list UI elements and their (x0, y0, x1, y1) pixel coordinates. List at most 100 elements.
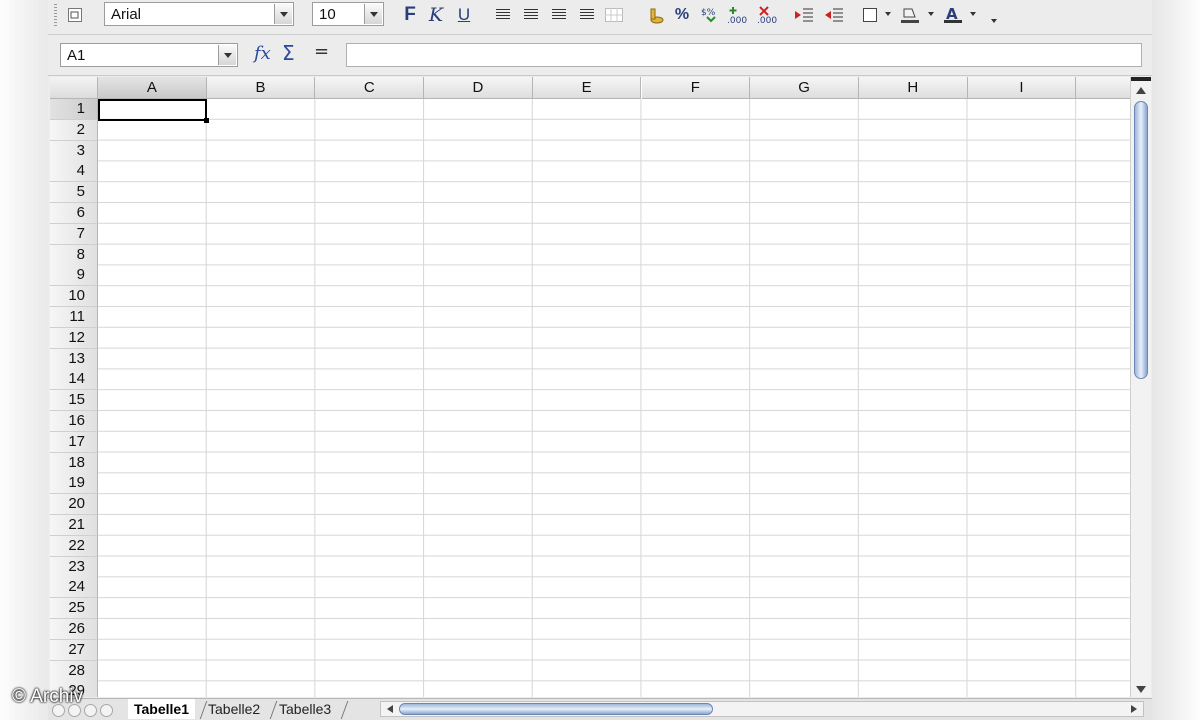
font-name-combo[interactable]: Arial (104, 2, 294, 26)
row-header-28[interactable]: 28 (50, 660, 98, 682)
borders-dropdown-icon[interactable] (885, 12, 891, 16)
row-header-15[interactable]: 15 (50, 390, 98, 412)
scroll-right-icon[interactable] (1131, 705, 1137, 713)
svg-text:.000: .000 (727, 16, 747, 24)
horizontal-scrollbar[interactable] (380, 701, 1144, 717)
font-name-dropdown-icon[interactable] (274, 4, 292, 24)
spreadsheet-grid: ABCDEFGHI 1 2 3 4 5 6 7 8 9 10 11 12 13 14 15 16 17 18 19 2… (50, 77, 1130, 697)
column-header-c[interactable]: C (315, 77, 425, 99)
left-shadow (0, 0, 48, 720)
row-header-13[interactable]: 13 (50, 348, 98, 370)
cell-area[interactable] (98, 99, 1130, 697)
font-size-combo[interactable]: 10 (312, 2, 384, 26)
row-header-6[interactable]: 6 (50, 203, 98, 224)
toolbar-grip[interactable] (54, 4, 57, 26)
row-header-27[interactable]: 27 (50, 639, 98, 661)
percent-format-button[interactable]: % (672, 3, 692, 27)
copyright-watermark: © Archiv (12, 686, 84, 707)
align-justify-icon[interactable] (578, 3, 596, 27)
row-header-19[interactable]: 19 (50, 473, 98, 495)
row-header-25[interactable]: 25 (50, 598, 98, 620)
font-name-value: Arial (111, 6, 142, 23)
row-header-14[interactable]: 14 (50, 369, 98, 391)
sheet-tab-2[interactable]: Tabelle2 (202, 699, 266, 719)
last-sheet-icon[interactable] (100, 704, 113, 717)
row-header-2[interactable]: 2 (50, 119, 98, 141)
tab-divider (340, 701, 349, 719)
row-header-23[interactable]: 23 (50, 556, 98, 578)
row-header-24[interactable]: 24 (50, 577, 98, 599)
row-header-5[interactable]: 5 (50, 182, 98, 204)
row-header-1[interactable]: 1 (50, 99, 98, 120)
borders-icon[interactable] (860, 3, 880, 27)
column-header-f[interactable]: F (641, 77, 751, 99)
vertical-scrollbar[interactable] (1130, 77, 1151, 697)
currency-format-icon[interactable] (644, 3, 666, 27)
scroll-down-icon[interactable] (1136, 686, 1146, 693)
column-header-b[interactable]: B (206, 77, 316, 99)
row-header-9[interactable]: 9 (50, 265, 98, 287)
styles-icon[interactable] (64, 3, 86, 27)
row-header-12[interactable]: 12 (50, 327, 98, 349)
horizontal-scroll-thumb[interactable] (399, 703, 713, 715)
sheet-tab-1[interactable]: Tabelle1 (128, 699, 195, 719)
align-right-icon[interactable] (550, 3, 568, 27)
vertical-split-handle[interactable] (1131, 77, 1151, 81)
scroll-up-icon[interactable] (1136, 87, 1146, 94)
name-box[interactable]: A1 (60, 43, 238, 67)
align-center-icon[interactable] (522, 3, 540, 27)
name-box-dropdown-icon[interactable] (218, 45, 236, 65)
row-header-4[interactable]: 4 (50, 161, 98, 183)
row-header-20[interactable]: 20 (50, 494, 98, 516)
toolbar-overflow-icon[interactable] (988, 3, 1000, 27)
select-all-corner[interactable] (50, 77, 98, 99)
bold-button[interactable]: F (400, 3, 420, 27)
row-header-3[interactable]: 3 (50, 140, 98, 162)
column-header-i[interactable]: I (967, 77, 1077, 99)
background-color-dropdown-icon[interactable] (928, 12, 934, 16)
row-header-16[interactable]: 16 (50, 411, 98, 432)
fill-handle[interactable] (204, 118, 209, 123)
column-header-g[interactable]: G (750, 77, 859, 99)
svg-text:.000: .000 (757, 16, 777, 24)
column-header-a[interactable]: A (98, 77, 207, 99)
formula-bar: A1 fx Σ = (48, 35, 1152, 76)
row-header-7[interactable]: 7 (50, 223, 98, 245)
row-header-11[interactable]: 11 (50, 307, 98, 328)
row-header-10[interactable]: 10 (50, 286, 98, 308)
decrease-indent-icon[interactable] (792, 3, 816, 27)
increase-indent-icon[interactable] (822, 3, 846, 27)
delete-decimal-icon[interactable]: .000 (756, 3, 780, 27)
scroll-left-icon[interactable] (387, 705, 393, 713)
column-header-overflow[interactable] (1076, 77, 1130, 99)
formula-input[interactable] (346, 43, 1142, 67)
row-header-26[interactable]: 26 (50, 619, 98, 640)
column-header-e[interactable]: E (532, 77, 642, 99)
background-color-icon[interactable] (898, 3, 922, 27)
next-sheet-icon[interactable] (84, 704, 97, 717)
vertical-scroll-thumb[interactable] (1134, 101, 1148, 379)
merge-cells-icon[interactable] (604, 3, 624, 27)
svg-text:$%: $% (701, 8, 716, 18)
add-decimal-icon[interactable]: .000 (726, 3, 750, 27)
standard-format-icon[interactable]: $% (700, 3, 722, 27)
sum-button[interactable]: Σ (282, 41, 295, 65)
column-header-d[interactable]: D (424, 77, 533, 99)
row-header-21[interactable]: 21 (50, 515, 98, 536)
font-size-dropdown-icon[interactable] (364, 4, 382, 24)
font-color-dropdown-icon[interactable] (970, 12, 976, 16)
row-header-8[interactable]: 8 (50, 244, 98, 266)
sheet-tab-bar: Tabelle1 Tabelle2 Tabelle3 (48, 698, 1152, 720)
row-header-22[interactable]: 22 (50, 535, 98, 557)
formatting-toolbar: Arial 10 F K U % $% .000 .000 A (48, 0, 1152, 35)
font-color-icon[interactable]: A (942, 3, 964, 27)
italic-button[interactable]: K (426, 3, 446, 27)
function-wizard-button[interactable]: fx (254, 43, 271, 67)
column-header-h[interactable]: H (858, 77, 968, 99)
underline-button[interactable]: U (454, 3, 474, 27)
row-header-17[interactable]: 17 (50, 431, 98, 453)
function-button[interactable]: = (314, 41, 329, 65)
align-left-icon[interactable] (494, 3, 512, 27)
row-header-18[interactable]: 18 (50, 452, 98, 474)
sheet-tab-3[interactable]: Tabelle3 (273, 699, 337, 719)
